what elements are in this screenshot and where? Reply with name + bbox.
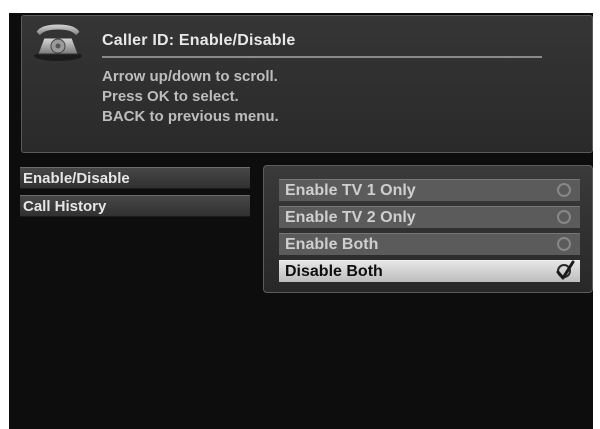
instruction-select: Press OK to select.	[102, 88, 239, 105]
option-enable-tv2[interactable]: Enable TV 2 Only	[279, 206, 580, 228]
option-enable-tv1[interactable]: Enable TV 1 Only	[279, 179, 580, 201]
tv-screen: Caller ID: Enable/Disable Arrow up/down …	[9, 13, 593, 429]
telephone-icon	[34, 23, 82, 61]
instruction-back: BACK to previous menu.	[102, 108, 279, 125]
option-disable-both[interactable]: Disable Both	[279, 260, 580, 282]
options-panel: Enable TV 1 Only Enable TV 2 Only Enable…	[263, 165, 593, 293]
option-label: Enable TV 1 Only	[285, 182, 416, 199]
radio-unchecked-icon	[557, 183, 571, 197]
option-enable-both[interactable]: Enable Both	[279, 233, 580, 255]
checkmark-icon	[556, 260, 575, 280]
menu-item-enable-disable[interactable]: Enable/Disable	[20, 167, 250, 189]
option-label: Enable TV 2 Only	[285, 209, 416, 226]
page-title: Caller ID: Enable/Disable	[102, 32, 296, 49]
title-divider	[102, 56, 542, 58]
radio-unchecked-icon	[557, 237, 571, 251]
option-label: Enable Both	[285, 236, 379, 253]
menu-item-call-history[interactable]: Call History	[20, 195, 250, 217]
option-label: Disable Both	[285, 263, 383, 280]
instruction-scroll: Arrow up/down to scroll.	[102, 68, 278, 85]
radio-unchecked-icon	[557, 210, 571, 224]
header-panel: Caller ID: Enable/Disable Arrow up/down …	[21, 15, 593, 153]
